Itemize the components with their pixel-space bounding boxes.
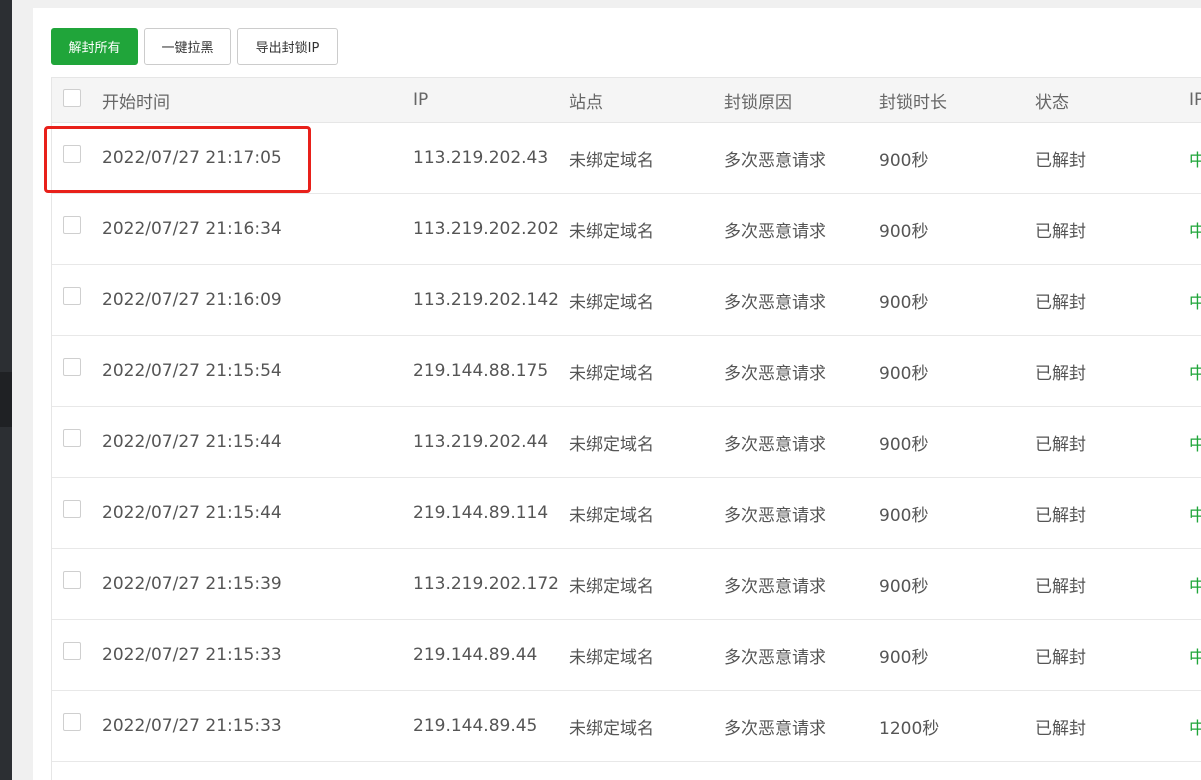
cell-reason: 多次恶意请求 <box>724 505 826 526</box>
header-ip: IP <box>413 90 429 110</box>
toolbar: 解封所有 一键拉黑 导出封锁IP <box>51 28 338 65</box>
table-row: 2022/07/27 21:15:33 219.144.89.44 未绑定域名 多次恶… <box>52 620 1201 691</box>
cell-ip: 219.144.88.175 <box>413 361 549 381</box>
cell-time: 2022/07/27 21:16:09 <box>102 290 282 310</box>
cell-reason: 多次恶意请求 <box>724 292 826 313</box>
cell-status: 已解封 <box>1035 505 1086 526</box>
cell-duration: 900秒 <box>879 363 929 384</box>
table-row: 2022/07/27 21:17:05 113.219.202.43 未绑定域名 多次… <box>52 123 1201 194</box>
cell-duration: 900秒 <box>879 434 929 455</box>
row-checkbox[interactable] <box>63 429 81 447</box>
sidebar-active-band <box>0 372 12 427</box>
blacklist-all-button[interactable]: 一键拉黑 <box>144 28 231 65</box>
cell-time: 2022/07/27 21:15:54 <box>102 361 282 381</box>
row-checkbox[interactable] <box>63 145 81 163</box>
row-checkbox[interactable] <box>63 358 81 376</box>
header-reason: 封锁原因 <box>724 92 792 113</box>
cell-time: 2022/07/27 21:15:44 <box>102 432 282 452</box>
cell-location: 中 <box>1189 407 1201 477</box>
cell-reason: 多次恶意请求 <box>724 221 826 242</box>
cell-location: 中 <box>1189 336 1201 406</box>
cell-status: 已解封 <box>1035 221 1086 242</box>
cell-time: 2022/07/27 21:15:44 <box>102 503 282 523</box>
cell-location: 中 <box>1189 549 1201 619</box>
cell-ip: 113.219.202.172 <box>413 574 560 594</box>
cell-reason: 多次恶意请求 <box>724 150 826 171</box>
unblock-all-button[interactable]: 解封所有 <box>51 28 138 65</box>
cell-time: 2022/07/27 21:15:39 <box>102 574 282 594</box>
cell-site: 未绑定域名 <box>569 221 654 242</box>
cell-time: 2022/07/27 21:15:33 <box>102 645 282 665</box>
header-duration: 封锁时长 <box>879 92 947 113</box>
cell-reason: 多次恶意请求 <box>724 576 826 597</box>
cell-location: 中 <box>1189 478 1201 548</box>
cell-status: 已解封 <box>1035 434 1086 455</box>
row-checkbox[interactable] <box>63 500 81 518</box>
table-row: 2022/07/27 21:15:44 219.144.89.114 未绑定域名 多次… <box>52 478 1201 549</box>
table-row: 2022/07/27 21:16:34 113.219.202.202 未绑定域名 多… <box>52 194 1201 265</box>
cell-site: 未绑定域名 <box>569 647 654 668</box>
sidebar-strip <box>0 0 12 780</box>
cell-status: 已解封 <box>1035 576 1086 597</box>
cell-duration: 900秒 <box>879 292 929 313</box>
cell-duration: 900秒 <box>879 505 929 526</box>
cell-location: 中 <box>1189 123 1201 193</box>
header-site: 站点 <box>569 92 603 113</box>
row-checkbox[interactable] <box>63 216 81 234</box>
cell-duration: 900秒 <box>879 647 929 668</box>
cell-site: 未绑定域名 <box>569 505 654 526</box>
cell-duration: 1200秒 <box>879 718 940 739</box>
cell-location: 中 <box>1189 691 1201 761</box>
header-status: 状态 <box>1035 92 1069 113</box>
cell-status: 已解封 <box>1035 718 1086 739</box>
cell-duration: 900秒 <box>879 576 929 597</box>
block-log-table: 开始时间 IP 站点 封锁原因 封锁时长 状态 IP 2022/07/27 21… <box>51 77 1201 780</box>
cell-ip: 219.144.89.45 <box>413 716 538 736</box>
cell-reason: 多次恶意请求 <box>724 434 826 455</box>
table-row: 2022/07/27 21:15:44 113.219.202.44 未绑定域名 多次… <box>52 407 1201 478</box>
row-checkbox[interactable] <box>63 713 81 731</box>
table-header: 开始时间 IP 站点 封锁原因 封锁时长 状态 IP <box>52 77 1201 123</box>
row-checkbox[interactable] <box>63 642 81 660</box>
cell-ip: 219.144.89.44 <box>413 645 538 665</box>
table-row: 2022/07/27 21:15:54 219.144.88.175 未绑定域名 多次… <box>52 336 1201 407</box>
cell-site: 未绑定域名 <box>569 292 654 313</box>
header-location: IP <box>1189 90 1201 110</box>
cell-duration: 900秒 <box>879 221 929 242</box>
cell-ip: 113.219.202.142 <box>413 290 560 310</box>
cell-site: 未绑定域名 <box>569 434 654 455</box>
cell-status: 已解封 <box>1035 363 1086 384</box>
cell-site: 未绑定域名 <box>569 363 654 384</box>
select-all-checkbox[interactable] <box>63 89 81 107</box>
cell-ip: 113.219.202.44 <box>413 432 549 452</box>
export-ips-button[interactable]: 导出封锁IP <box>237 28 338 65</box>
row-checkbox[interactable] <box>63 287 81 305</box>
cell-reason: 多次恶意请求 <box>724 363 826 384</box>
cell-reason: 多次恶意请求 <box>724 718 826 739</box>
cell-status: 已解封 <box>1035 292 1086 313</box>
cell-ip: 113.219.202.202 <box>413 219 560 239</box>
cell-ip: 113.219.202.43 <box>413 148 549 168</box>
cell-time: 2022/07/27 21:17:05 <box>102 148 282 168</box>
cell-duration: 900秒 <box>879 150 929 171</box>
cell-site: 未绑定域名 <box>569 576 654 597</box>
cell-ip: 219.144.89.114 <box>413 503 549 523</box>
cell-time: 2022/07/27 21:15:33 <box>102 716 282 736</box>
row-checkbox[interactable] <box>63 571 81 589</box>
cell-location: 中 <box>1189 265 1201 335</box>
table-row: 2022/07/27 21:15:33 219.144.89.45 未绑定域名 多次恶… <box>52 691 1201 762</box>
cell-status: 已解封 <box>1035 150 1086 171</box>
cell-status: 已解封 <box>1035 647 1086 668</box>
cell-location: 中 <box>1189 620 1201 690</box>
header-time: 开始时间 <box>102 92 170 113</box>
table-row: 2022/07/27 21:15:39 113.219.202.172 未绑定域名 多… <box>52 549 1201 620</box>
cell-site: 未绑定域名 <box>569 150 654 171</box>
cell-location: 中 <box>1189 194 1201 264</box>
table-row: 2022/07/27 21:16:09 113.219.202.142 未绑定域名 多… <box>52 265 1201 336</box>
cell-site: 未绑定域名 <box>569 718 654 739</box>
cell-time: 2022/07/27 21:16:34 <box>102 219 282 239</box>
cell-reason: 多次恶意请求 <box>724 647 826 668</box>
